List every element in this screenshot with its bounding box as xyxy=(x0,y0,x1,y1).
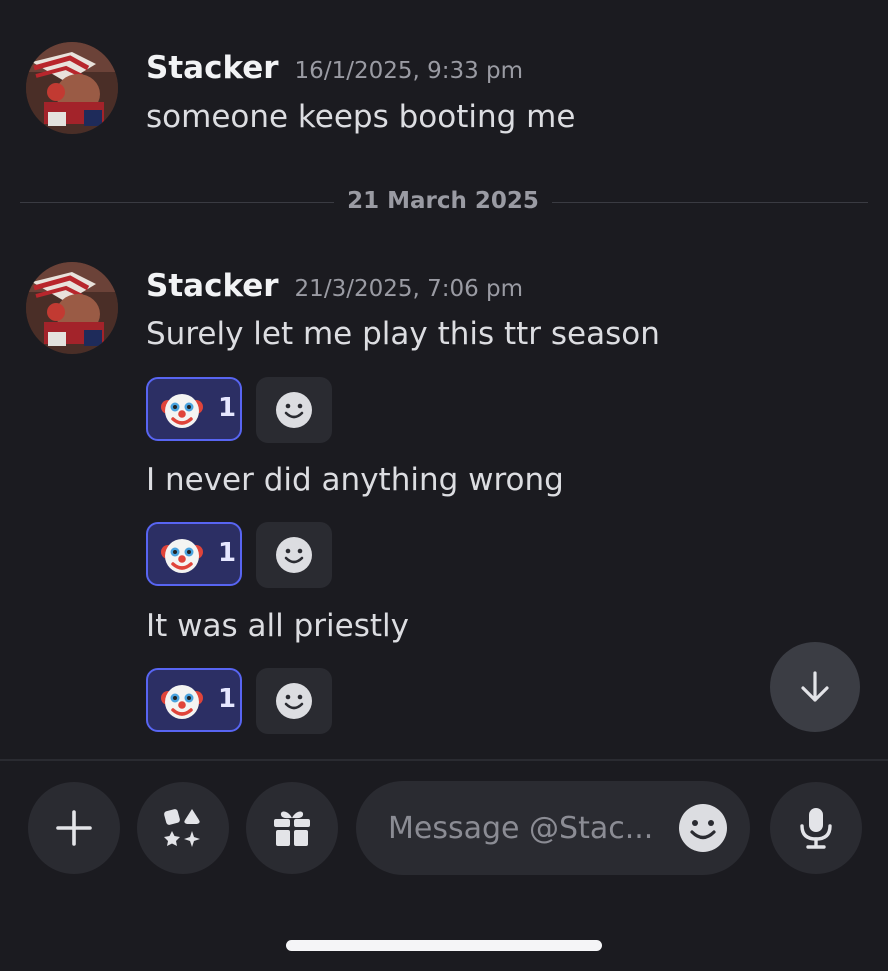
message-text: someone keeps booting me xyxy=(146,99,576,135)
message-input-placeholder: Message @Stac... xyxy=(388,811,654,846)
dm-chat-screen: Stacker 16/1/2025, 9:33 pm someone keeps … xyxy=(0,0,888,971)
message-text: I never did anything wrong xyxy=(146,462,564,498)
home-indicator[interactable] xyxy=(286,940,602,951)
plus-icon xyxy=(56,810,92,846)
reaction-count: 1 xyxy=(218,538,237,568)
reaction-pill[interactable]: 1 xyxy=(146,377,242,441)
clown-face-icon xyxy=(161,685,203,719)
message-input[interactable]: Message @Stac... xyxy=(356,781,750,875)
arrow-down-icon xyxy=(801,671,829,702)
smiley-icon xyxy=(276,392,312,428)
add-reaction-button[interactable] xyxy=(256,522,332,588)
timestamp: 21/3/2025, 7:06 pm xyxy=(294,276,524,302)
date-divider: 21 March 2025 xyxy=(20,188,868,218)
add-reaction-button[interactable] xyxy=(256,668,332,734)
smiley-icon xyxy=(276,683,312,719)
gift-icon xyxy=(274,811,310,846)
message-text: It was all priestly xyxy=(146,608,409,644)
apps-shapes-icon xyxy=(164,809,200,847)
reaction-pill[interactable]: 1 xyxy=(146,668,242,732)
reaction-pill[interactable]: 1 xyxy=(146,522,242,586)
reaction-count: 1 xyxy=(218,684,237,714)
date-divider-label: 21 March 2025 xyxy=(347,188,539,214)
composer-separator xyxy=(0,759,888,761)
add-attachment-button[interactable] xyxy=(28,782,120,874)
username[interactable]: Stacker xyxy=(146,268,279,304)
message-text: Surely let me play this ttr season xyxy=(146,316,660,352)
add-reaction-button[interactable] xyxy=(256,377,332,443)
microphone-icon xyxy=(800,808,832,849)
username[interactable]: Stacker xyxy=(146,50,279,86)
emoji-picker-icon[interactable] xyxy=(678,803,728,853)
gift-button[interactable] xyxy=(246,782,338,874)
avatar[interactable] xyxy=(26,262,118,354)
clown-face-icon xyxy=(161,394,203,428)
jump-to-latest-button[interactable] xyxy=(770,642,860,732)
message-header: Stacker 21/3/2025, 7:06 pm xyxy=(146,268,523,304)
clown-face-icon xyxy=(161,539,203,573)
divider-line xyxy=(552,202,868,203)
smiley-icon xyxy=(276,537,312,573)
timestamp: 16/1/2025, 9:33 pm xyxy=(294,58,524,84)
voice-message-button[interactable] xyxy=(770,782,862,874)
message-header: Stacker 16/1/2025, 9:33 pm xyxy=(146,50,523,86)
apps-button[interactable] xyxy=(137,782,229,874)
avatar-image xyxy=(26,42,118,134)
divider-line xyxy=(20,202,334,203)
reaction-count: 1 xyxy=(218,393,237,423)
avatar[interactable] xyxy=(26,42,118,134)
avatar-image xyxy=(26,262,118,354)
